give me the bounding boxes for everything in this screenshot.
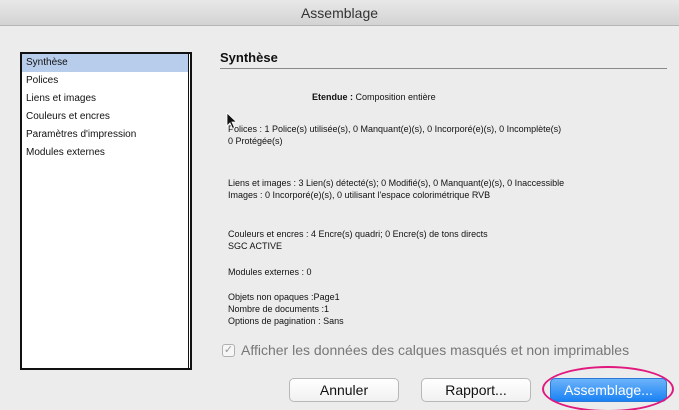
section-divider <box>220 68 667 69</box>
sidebar-item-liens-images[interactable]: Liens et images <box>22 90 188 108</box>
polices-summary: Polices : 1 Police(s) utilisée(s), 0 Man… <box>228 123 561 147</box>
liens-summary: Liens et images : 3 Lien(s) détecté(s); … <box>228 177 564 201</box>
objets-line-1: Objets non opaques :Page1 <box>228 292 340 302</box>
category-list: Synthèse Polices Liens et images Couleur… <box>20 52 192 370</box>
window-title: Assemblage <box>0 0 679 26</box>
show-hidden-layers-checkbox[interactable]: ✓ <box>222 343 235 357</box>
couleurs-line-1: Couleurs et encres : 4 Encre(s) quadri; … <box>228 229 488 239</box>
modules-line: Modules externes : 0 <box>228 267 312 277</box>
section-title: Synthèse <box>220 50 278 65</box>
etendue-row: Etendue : Composition entière <box>312 91 436 103</box>
mouse-pointer-icon <box>226 112 238 130</box>
modules-summary: Modules externes : 0 <box>228 266 312 278</box>
sidebar-item-synthese[interactable]: Synthèse <box>22 54 188 72</box>
objets-line-2: Nombre de documents :1 <box>228 304 330 314</box>
objets-summary: Objets non opaques :Page1 Nombre de docu… <box>228 291 344 327</box>
objets-line-3: Options de pagination : Sans <box>228 316 344 326</box>
sidebar-item-modules-externes[interactable]: Modules externes <box>22 144 188 162</box>
polices-line-2: 0 Protégée(s) <box>228 136 283 146</box>
sidebar-item-parametres-impression[interactable]: Paramètres d'impression <box>22 126 188 144</box>
etendue-value: Composition entière <box>355 92 436 102</box>
summary-panel: Synthèse Etendue : Composition entière P… <box>220 48 667 338</box>
etendue-label: Etendue : <box>312 92 354 102</box>
highlight-annotation <box>542 366 674 410</box>
couleurs-summary: Couleurs et encres : 4 Encre(s) quadri; … <box>228 228 488 252</box>
cancel-button[interactable]: Annuler <box>289 378 399 402</box>
list-divider <box>188 54 189 368</box>
show-hidden-layers-option[interactable]: ✓ Afficher les données des calques masqu… <box>222 341 629 359</box>
couleurs-line-2: SGC ACTIVE <box>228 241 283 251</box>
sidebar-item-polices[interactable]: Polices <box>22 72 188 90</box>
sidebar-item-couleurs-encres[interactable]: Couleurs et encres <box>22 108 188 126</box>
report-button[interactable]: Rapport... <box>421 378 531 402</box>
liens-line-1: Liens et images : 3 Lien(s) détecté(s); … <box>228 178 565 188</box>
show-hidden-layers-label: Afficher les données des calques masqués… <box>241 342 630 358</box>
liens-line-2: Images : 0 Incorporé(e)(s), 0 utilisant … <box>228 190 491 200</box>
polices-line-1: Polices : 1 Police(s) utilisée(s), 0 Man… <box>228 124 562 134</box>
